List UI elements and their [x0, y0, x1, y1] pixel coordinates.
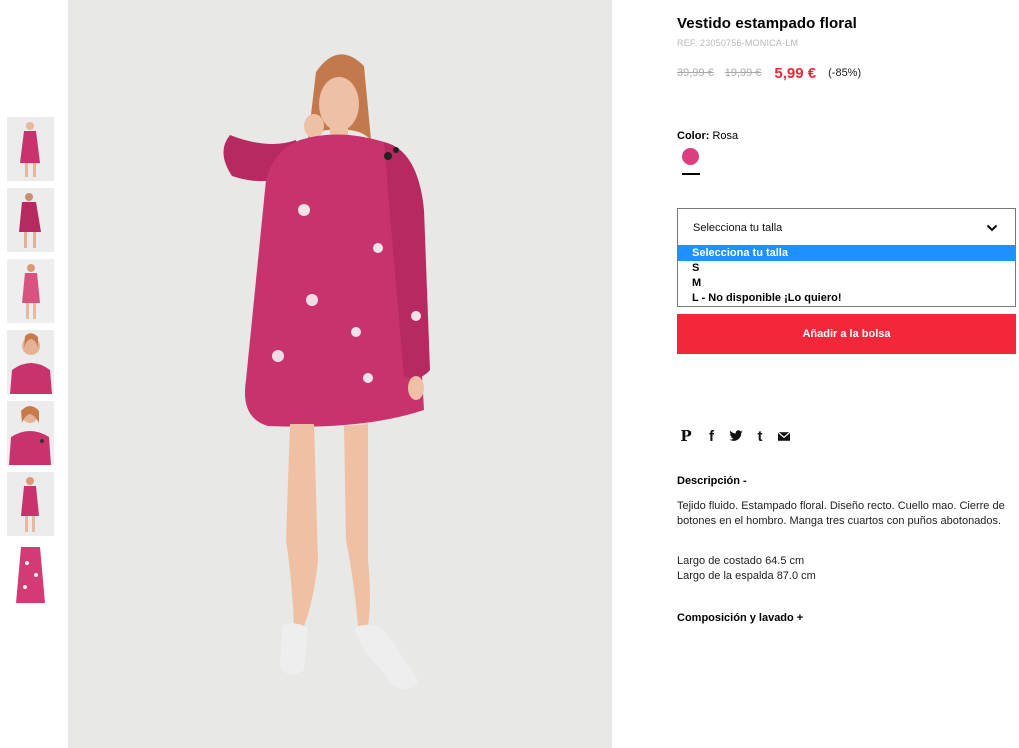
- color-swatch-rosa[interactable]: [682, 148, 699, 165]
- swatch-selected-indicator: [682, 173, 700, 175]
- pinterest-icon[interactable]: P: [678, 427, 694, 445]
- size-dropdown: Selecciona tu talla S M L - No disponibl…: [677, 245, 1016, 307]
- thumbnail-list: [7, 117, 54, 614]
- sale-price: 5,99 €: [774, 64, 817, 82]
- previous-price: 19,99 €: [724, 67, 762, 79]
- thumbnail-3[interactable]: [7, 259, 54, 323]
- tumblr-icon[interactable]: t: [754, 428, 766, 445]
- size-select-value: Selecciona tu talla: [693, 222, 783, 234]
- color-label-value: Rosa: [712, 130, 739, 142]
- size-option-s[interactable]: S: [678, 261, 1015, 276]
- social-share-bar: P f t: [678, 427, 791, 445]
- product-ref: REF. 23050756-MONICA-LM: [677, 38, 799, 48]
- composition-toggle[interactable]: Composición y lavado +: [677, 612, 803, 624]
- measure-side-length: Largo de costado 64.5 cm: [677, 555, 805, 567]
- main-product-image[interactable]: [68, 0, 612, 748]
- model-photo: [68, 0, 612, 748]
- original-price: 39,99 €: [677, 67, 714, 79]
- size-option-l[interactable]: L - No disponible ¡Lo quiero!: [678, 291, 1015, 306]
- description-measures: Largo de costado 64.5 cm Largo de la esp…: [677, 554, 816, 584]
- size-option-placeholder[interactable]: Selecciona tu talla: [678, 246, 1015, 261]
- size-select[interactable]: Selecciona tu talla: [677, 208, 1016, 246]
- thumbnail-7[interactable]: [7, 543, 54, 607]
- discount-badge: (-85%): [828, 67, 862, 79]
- measure-back-length: Largo de la espalda 87.0 cm: [677, 570, 816, 582]
- price-row: 39,99 € 19,99 € 5,99 € (-85%): [677, 64, 861, 82]
- thumbnail-2[interactable]: [7, 188, 54, 252]
- color-label-key: Color:: [677, 130, 710, 142]
- size-option-m[interactable]: M: [678, 276, 1015, 291]
- thumbnail-6[interactable]: [7, 472, 54, 536]
- description-heading[interactable]: Descripción -: [677, 475, 747, 487]
- description-paragraph: Tejido fluido. Estampado floral. Diseño …: [677, 500, 1005, 527]
- mail-icon[interactable]: [777, 428, 791, 444]
- thumbnail-5[interactable]: [7, 401, 54, 465]
- twitter-icon[interactable]: [728, 428, 744, 444]
- color-label: Color: Rosa: [677, 130, 738, 142]
- chevron-down-icon: [986, 224, 998, 232]
- product-title: Vestido estampado floral: [677, 15, 857, 32]
- add-to-bag-button[interactable]: Añadir a la bolsa: [677, 314, 1016, 354]
- thumbnail-4[interactable]: [7, 330, 54, 394]
- facebook-icon[interactable]: f: [705, 428, 718, 445]
- description-text: Tejido fluido. Estampado floral. Diseño …: [677, 499, 1007, 539]
- thumbnail-1[interactable]: [7, 117, 54, 181]
